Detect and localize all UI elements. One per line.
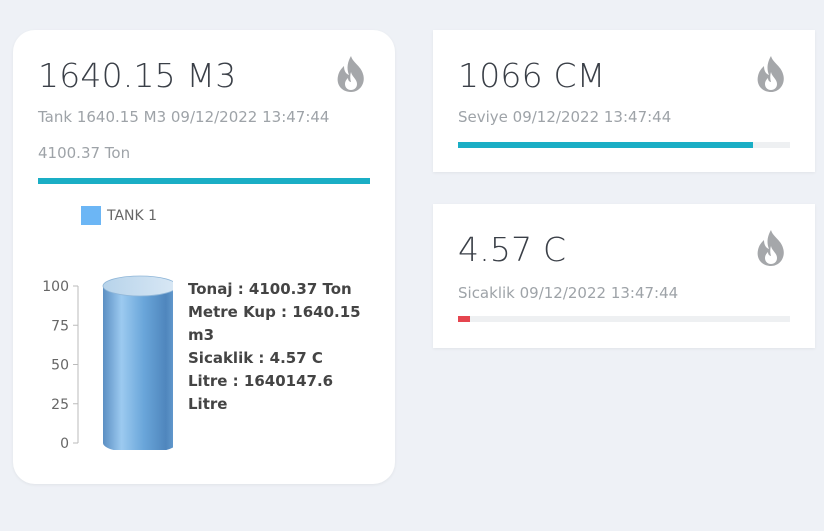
- y-tick-label: 25: [51, 397, 69, 413]
- temperature-card: 4.57 C Sicaklik 09/12/2022 13:47:44: [433, 204, 815, 348]
- y-tick-label: 50: [51, 358, 69, 374]
- tank-volume-value: 1640.15 M3: [38, 56, 237, 95]
- tank-chart: 0 25 50 75 100: [42, 275, 173, 450]
- tank-card: 1640.15 M3 Tank 1640.15 M3 09/12/2022 13…: [13, 30, 395, 484]
- legend-swatch: [81, 206, 101, 225]
- flame-icon: [757, 56, 784, 92]
- info-tonaj: Tonaj : 4100.37 Ton: [188, 280, 352, 298]
- temperature-subtitle: Sicaklik 09/12/2022 13:47:44: [458, 284, 679, 302]
- tank-subtitle: Tank 1640.15 M3 09/12/2022 13:47:44: [38, 108, 330, 126]
- level-progress-fill: [458, 142, 754, 148]
- level-value: 1066 CM: [458, 56, 606, 95]
- tank-progress-bar: [38, 178, 370, 184]
- info-metre-kup: Metre Kup : 1640.15: [188, 303, 361, 321]
- level-subtitle: Seviye 09/12/2022 13:47:44: [458, 108, 672, 126]
- temperature-value: 4.57 C: [458, 230, 567, 269]
- y-tick-label: 75: [51, 318, 69, 334]
- info-metre-kup-unit: m3: [188, 326, 215, 344]
- tank-tonnage: 4100.37 Ton: [38, 144, 131, 162]
- tank-progress-fill: [38, 178, 370, 184]
- tank-info-panel: Tonaj : 4100.37 Ton Metre Kup : 1640.15 …: [188, 278, 368, 416]
- level-progress-bar: [458, 142, 790, 148]
- temperature-progress-bar: [458, 316, 790, 322]
- info-litre: Litre : 1640147.6 Litre: [188, 372, 334, 413]
- tank-cylinder-bar[interactable]: [102, 275, 173, 450]
- cylinder-top: [102, 275, 173, 297]
- bar-group: [102, 275, 173, 450]
- level-card: 1066 CM Seviye 09/12/2022 13:47:44: [433, 30, 815, 172]
- y-axis: 0 25 50 75 100: [42, 279, 79, 450]
- cylinder-body: [103, 286, 173, 450]
- flame-icon: [757, 230, 784, 266]
- info-sicaklik: Sicaklik : 4.57 C: [188, 349, 323, 367]
- flame-icon: [337, 56, 364, 92]
- chart-legend[interactable]: TANK 1: [81, 206, 157, 225]
- y-tick-label: 0: [60, 436, 69, 450]
- y-tick-label: 100: [42, 279, 69, 295]
- temperature-progress-fill: [458, 316, 470, 322]
- legend-label: TANK 1: [107, 207, 158, 224]
